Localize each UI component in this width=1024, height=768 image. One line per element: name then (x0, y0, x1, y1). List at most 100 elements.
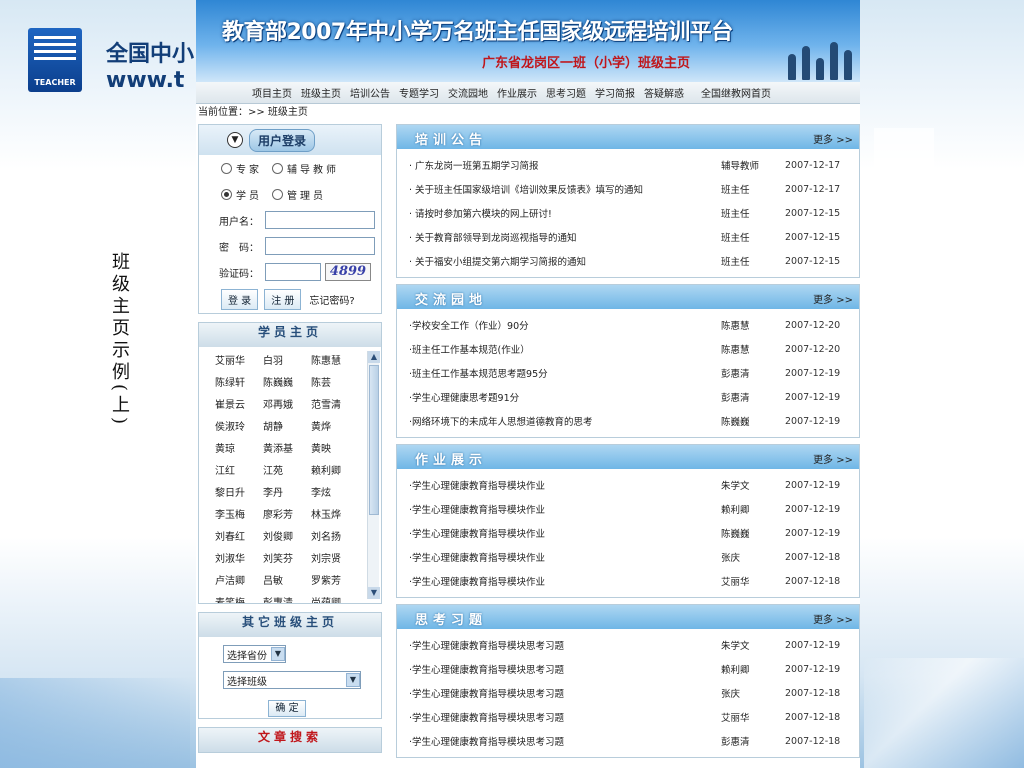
more-link[interactable]: 更多 >> (813, 131, 853, 146)
item-title-link[interactable]: ·学生心理健康教育指导模块作业 (409, 502, 721, 516)
item-title-link[interactable]: ·班主任工作基本规范(作业） (409, 342, 721, 356)
role-expert-radio[interactable] (221, 162, 232, 174)
panel-announcements: 培训公告 更多 >> · 广东龙岗一班第五期学习简报 辅导教师 2007-12-17 · … (396, 124, 860, 278)
student-link[interactable]: 吕敏 (263, 573, 311, 591)
item-title-link[interactable]: · 关于福安小组提交第六期学习简报的通知 (409, 254, 721, 268)
scroll-down-icon[interactable]: ▼ (368, 587, 380, 599)
item-title-link[interactable]: ·学生心理健康教育指导模块思考习题 (409, 662, 721, 676)
student-link[interactable]: 黄添基 (263, 441, 311, 459)
nav-item-project-home[interactable]: 项目主页 (252, 85, 292, 100)
student-link[interactable]: 李丹 (263, 485, 311, 503)
username-input[interactable] (265, 211, 375, 229)
student-link[interactable]: 黄琼 (215, 441, 263, 459)
student-link[interactable]: 胡静 (263, 419, 311, 437)
confirm-button[interactable]: 确 定 (268, 700, 306, 717)
student-link[interactable]: 李玉梅 (215, 507, 263, 525)
item-title-link[interactable]: ·学生心理健康教育指导模块作业 (409, 550, 721, 564)
student-link[interactable]: 李炫 (311, 485, 359, 503)
nav-item-forum[interactable]: 交流园地 (448, 85, 488, 100)
item-author: 陈巍巍 (721, 417, 750, 428)
student-link[interactable]: 刘宗贤 (311, 551, 359, 569)
student-link[interactable]: 艾丽华 (215, 353, 263, 371)
login-header: ▼ 用户登录 (199, 125, 381, 155)
captcha-input[interactable] (265, 263, 321, 281)
role-admin-radio[interactable] (272, 188, 283, 200)
student-link[interactable]: 江红 (215, 463, 263, 481)
slide-caption: 班级主页示例(上) (109, 252, 130, 429)
student-link[interactable]: 廖彩芳 (263, 507, 311, 525)
panel-list: ·学校安全工作（作业）90分 陈惠慧 2007-12-20 ·班主任工作基本规范(作业… (397, 309, 859, 437)
class-select[interactable]: 选择班级 ▼ (223, 671, 361, 689)
student-link[interactable]: 刘淑华 (215, 551, 263, 569)
item-title-link[interactable]: · 广东龙岗一班第五期学习简报 (409, 158, 721, 172)
student-link[interactable]: 麦笑梅 (215, 595, 263, 603)
student-link[interactable]: 崔景云 (215, 397, 263, 415)
student-link[interactable]: 黄映 (311, 441, 359, 459)
student-link[interactable]: 陈绿轩 (215, 375, 263, 393)
scroll-thumb[interactable] (369, 365, 379, 515)
item-title-link[interactable]: ·学校安全工作（作业）90分 (409, 318, 721, 332)
left-column: ▼ 用户登录 专家 辅导教师 学员 管理员 用户名： 密 码： 验证码： 489… (198, 124, 382, 761)
item-title-link[interactable]: · 请按时参加第六模块的网上研讨! (409, 206, 721, 220)
list-item: · 关于福安小组提交第六期学习简报的通知 班主任 2007-12-15 (397, 249, 859, 273)
student-link[interactable]: 侯淑玲 (215, 419, 263, 437)
other-classes-title: 其它班级主页 (199, 613, 381, 637)
login-button[interactable]: 登 录 (221, 288, 259, 310)
student-link[interactable]: 彭惠清 (263, 595, 311, 603)
student-list-scrollbar[interactable]: ▲ ▼ (367, 351, 380, 599)
item-title-link[interactable]: · 关于教育部领导到龙岗巡视指导的通知 (409, 230, 721, 244)
student-link[interactable]: 陈芸 (311, 375, 359, 393)
item-title-link[interactable]: ·学生心理健康教育指导模块思考习题 (409, 638, 721, 652)
nav-item-homework[interactable]: 作业展示 (497, 85, 537, 100)
item-title-link[interactable]: ·学生心理健康教育指导模块作业 (409, 526, 721, 540)
role-tutor-radio[interactable] (272, 162, 283, 174)
nav-item-exercises[interactable]: 思考习题 (546, 85, 586, 100)
student-link[interactable]: 刘春红 (215, 529, 263, 547)
student-link[interactable]: 尚蕴卿 (311, 595, 359, 603)
province-select[interactable]: 选择省份 ▼ (223, 645, 286, 663)
nav-item-announcements[interactable]: 培训公告 (350, 85, 390, 100)
forgot-password-link[interactable]: 忘记密码? (309, 292, 354, 307)
student-link[interactable]: 范雪清 (311, 397, 359, 415)
student-link[interactable]: 刘名扬 (311, 529, 359, 547)
item-author: 辅导教师 (721, 161, 760, 172)
chevron-down-icon[interactable]: ▼ (271, 647, 285, 661)
role-student-radio[interactable] (221, 188, 232, 200)
more-link[interactable]: 更多 >> (813, 451, 853, 466)
more-link[interactable]: 更多 >> (813, 611, 853, 626)
password-input[interactable] (265, 237, 375, 255)
login-box: ▼ 用户登录 专家 辅导教师 学员 管理员 用户名： 密 码： 验证码： 489… (198, 124, 382, 314)
student-link[interactable]: 陈惠慧 (311, 353, 359, 371)
item-title-link[interactable]: ·学生心理健康教育指导模块作业 (409, 574, 721, 588)
student-link[interactable]: 黎日升 (215, 485, 263, 503)
student-link[interactable]: 陈巍巍 (263, 375, 311, 393)
student-link[interactable]: 刘笑芬 (263, 551, 311, 569)
student-link[interactable]: 刘俊卿 (263, 529, 311, 547)
item-title-link[interactable]: ·学生心理健康教育指导模块思考习题 (409, 734, 721, 748)
more-link[interactable]: 更多 >> (813, 291, 853, 306)
list-item: ·学生心理健康教育指导模块思考习题 彭惠清 2007-12-18 (397, 729, 859, 753)
register-button[interactable]: 注 册 (264, 288, 302, 310)
student-link[interactable]: 卢洁卿 (215, 573, 263, 591)
chevron-down-icon[interactable]: ▼ (346, 673, 360, 687)
student-link[interactable]: 赖利卿 (311, 463, 359, 481)
item-title-link[interactable]: ·学生心理健康教育指导模块作业 (409, 478, 721, 492)
student-link[interactable]: 林玉烨 (311, 507, 359, 525)
item-title-link[interactable]: · 关于班主任国家级培训《培训效果反馈表》填写的通知 (409, 182, 721, 196)
nav-item-class-home[interactable]: 班级主页 (301, 85, 341, 100)
item-title-link[interactable]: ·学生心理健康教育指导模块思考习题 (409, 710, 721, 724)
student-link[interactable]: 白羽 (263, 353, 311, 371)
nav-item-briefs[interactable]: 学习简报 (595, 85, 635, 100)
item-title-link[interactable]: ·学生心理健康教育指导模块思考习题 (409, 686, 721, 700)
item-title-link[interactable]: ·学生心理健康思考题91分 (409, 390, 721, 404)
nav-item-national-home[interactable]: 全国继教网首页 (701, 85, 771, 100)
scroll-up-icon[interactable]: ▲ (368, 351, 380, 363)
nav-item-qa[interactable]: 答疑解惑 (644, 85, 684, 100)
student-link[interactable]: 邓再娥 (263, 397, 311, 415)
item-title-link[interactable]: ·班主任工作基本规范思考题95分 (409, 366, 721, 380)
student-link[interactable]: 江苑 (263, 463, 311, 481)
student-link[interactable]: 黄烨 (311, 419, 359, 437)
student-link[interactable]: 罗紫芳 (311, 573, 359, 591)
nav-item-topic-study[interactable]: 专题学习 (399, 85, 439, 100)
item-title-link[interactable]: ·网络环境下的未成年人思想道德教育的思考 (409, 414, 721, 428)
